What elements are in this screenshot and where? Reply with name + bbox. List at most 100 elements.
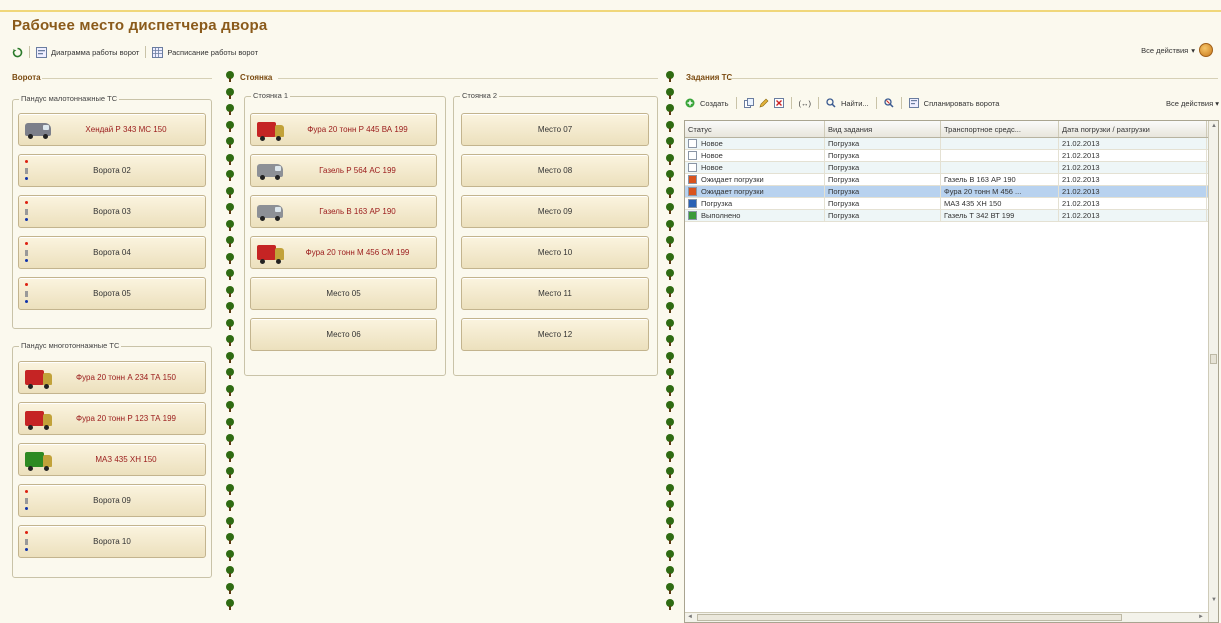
slot[interactable]: Ворота 05	[18, 277, 206, 310]
find-button[interactable]: Найти...	[841, 99, 869, 108]
refresh-icon[interactable]	[12, 47, 23, 58]
horizontal-scroll-thumb[interactable]	[697, 614, 1122, 621]
delete-icon[interactable]	[773, 98, 784, 108]
slot-label: Место 10	[537, 248, 573, 257]
slot-label: Хендай Р 343 МС 150	[85, 125, 167, 134]
cell-date: 21.02.2013	[1059, 186, 1207, 197]
page-title: Рабочее место диспетчера двора	[12, 17, 268, 34]
tree-icon	[225, 137, 235, 149]
brackets-icon[interactable]: (↔)	[799, 99, 812, 108]
table-row[interactable]: Новое Погрузка 21.02.2013	[685, 138, 1218, 150]
cell-status-text: Новое	[701, 139, 723, 148]
tree-icon	[225, 187, 235, 199]
slot[interactable]: Место 07	[461, 113, 649, 146]
col-date-header[interactable]: Дата погрузки / разгрузки	[1059, 121, 1207, 137]
edit-icon[interactable]	[759, 98, 769, 108]
create-button[interactable]: Создать	[700, 99, 729, 108]
diagram-button[interactable]: Диаграмма работы ворот	[51, 48, 139, 57]
parking-group-1-label: Стоянка 1	[251, 91, 291, 100]
tree-icon	[665, 121, 675, 133]
slot-label: Ворота 05	[93, 289, 131, 298]
tree-icon	[665, 484, 675, 496]
slot[interactable]: Место 05	[250, 277, 437, 310]
vertical-scroll-thumb[interactable]	[1210, 354, 1217, 364]
scroll-down-icon[interactable]: ▼	[1211, 597, 1217, 603]
cell-vehicle	[941, 162, 1059, 173]
scroll-right-icon[interactable]: ►	[1198, 614, 1204, 620]
toolbar-separator	[818, 97, 820, 109]
cell-status-text: Новое	[701, 151, 723, 160]
tree-icon	[665, 418, 675, 430]
slot[interactable]: Место 11	[461, 277, 649, 310]
col-status-header[interactable]: Статус	[685, 121, 825, 137]
copy-icon[interactable]	[743, 98, 754, 108]
slot[interactable]: Ворота 03	[18, 195, 206, 228]
slot-label: Фура 20 тонн А 234 ТА 150	[76, 373, 176, 382]
tree-icon	[665, 368, 675, 380]
help-icon[interactable]	[1199, 43, 1213, 57]
cancel-search-icon[interactable]	[884, 98, 894, 108]
slot[interactable]: Фура 20 тонн А 234 ТА 150	[18, 361, 206, 394]
scroll-up-icon[interactable]: ▲	[1211, 123, 1217, 129]
table-row[interactable]: Погрузка Погрузка МАЗ 435 ХН 150 21.02.2013	[685, 198, 1218, 210]
toolbar-separator	[735, 97, 737, 109]
toolbar-separator	[875, 97, 877, 109]
slot[interactable]: Место 09	[461, 195, 649, 228]
slot[interactable]: Ворота 10	[18, 525, 206, 558]
cell-vehicle: МАЗ 435 ХН 150	[941, 198, 1059, 209]
slot[interactable]: Фура 20 тонн Р 445 ВА 199	[250, 113, 437, 146]
slot[interactable]: Ворота 04	[18, 236, 206, 269]
diagram-icon	[36, 46, 47, 58]
tree-icon	[665, 434, 675, 446]
slot[interactable]: Ворота 09	[18, 484, 206, 517]
tree-icon	[225, 368, 235, 380]
slot[interactable]: Место 08	[461, 154, 649, 187]
slot[interactable]: Ворота 02	[18, 154, 206, 187]
tasks-table-body: Новое Погрузка 21.02.2013 Новое Погрузка 21.0…	[685, 138, 1218, 222]
slot[interactable]: Фура 20 тонн Р 123 ТА 199	[18, 402, 206, 435]
tree-icon	[225, 319, 235, 331]
plan-gates-button[interactable]: Спланировать ворота	[924, 99, 1000, 108]
cell-status-text: Выполнено	[701, 211, 741, 220]
new-doc-icon	[688, 163, 697, 172]
slot[interactable]: Место 10	[461, 236, 649, 269]
slot[interactable]: Газель Р 564 АС 199	[250, 154, 437, 187]
cell-kind: Погрузка	[825, 150, 941, 161]
loading-icon	[688, 199, 697, 208]
tree-icon	[225, 566, 235, 578]
tree-icon	[665, 517, 675, 529]
scroll-left-icon[interactable]: ◄	[687, 614, 693, 620]
table-row[interactable]: Новое Погрузка 21.02.2013	[685, 162, 1218, 174]
table-row[interactable]: Ожидает погрузки Погрузка Фура 20 тонн М 4…	[685, 186, 1218, 198]
col-kind-header[interactable]: Вид задания	[825, 121, 941, 137]
table-row[interactable]: Новое Погрузка 21.02.2013	[685, 150, 1218, 162]
slot[interactable]: Фура 20 тонн М 456 СМ 199	[250, 236, 437, 269]
tree-icon	[225, 352, 235, 364]
tree-icon	[225, 269, 235, 281]
tasks-all-actions-menu[interactable]: Все действия ▾	[1166, 99, 1219, 108]
col-vehicle-header[interactable]: Транспортное средс...	[941, 121, 1059, 137]
all-actions-menu[interactable]: Все действия ▾	[1141, 46, 1195, 55]
gates-section-title: Ворота	[12, 73, 41, 82]
slot[interactable]: МАЗ 435 ХН 150	[18, 443, 206, 476]
tree-icon	[225, 253, 235, 265]
tasks-section-line	[728, 78, 1218, 79]
cell-vehicle: Газель Т 342 ВТ 199	[941, 210, 1059, 221]
table-row[interactable]: Ожидает погрузки Погрузка Газель В 163 АР …	[685, 174, 1218, 186]
slot[interactable]: Место 06	[250, 318, 437, 351]
slot-label: Место 07	[537, 125, 573, 134]
schedule-button[interactable]: Расписание работы ворот	[167, 48, 258, 57]
slot[interactable]: Газель В 163 АР 190	[250, 195, 437, 228]
horizontal-scrollbar[interactable]: ◄ ►	[685, 612, 1208, 622]
vertical-scrollbar[interactable]: ▲ ▼	[1208, 121, 1218, 622]
cell-vehicle	[941, 150, 1059, 161]
tree-icon	[665, 401, 675, 413]
parking-section-title: Стоянка	[240, 73, 273, 82]
slot[interactable]: Место 12	[461, 318, 649, 351]
gates-light-group-label: Пандус малотоннажные ТС	[19, 94, 120, 103]
table-row[interactable]: Выполнено Погрузка Газель Т 342 ВТ 199 21.0…	[685, 210, 1218, 222]
slot-label: Место 06	[326, 330, 361, 339]
tree-icon	[665, 451, 675, 463]
chevron-down-icon: ▾	[1191, 46, 1195, 55]
slot[interactable]: Хендай Р 343 МС 150	[18, 113, 206, 146]
